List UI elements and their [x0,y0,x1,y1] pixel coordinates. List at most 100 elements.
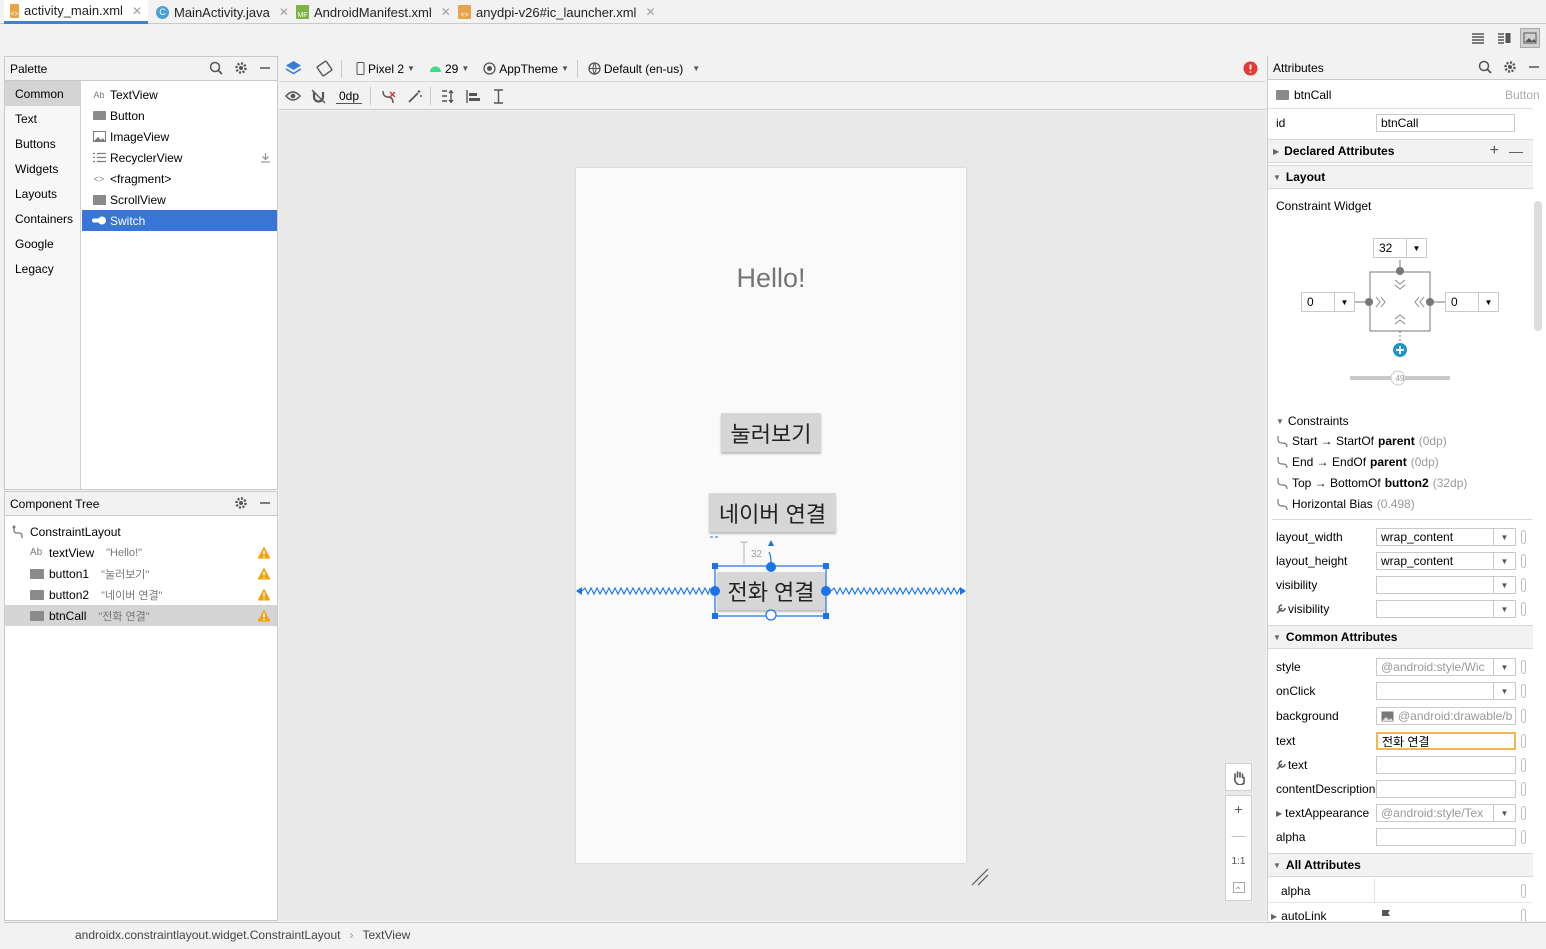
flag-icon[interactable] [1381,909,1391,920]
tools-text-input[interactable] [1376,756,1516,774]
constraint-end[interactable]: End → EndOf parent (0dp) [1276,452,1439,472]
constraint-start[interactable]: Start → StartOf parent (0dp) [1276,431,1447,451]
common-attributes-section[interactable]: ▼ Common Attributes [1268,625,1533,649]
attr-pin[interactable] [1521,660,1526,674]
device-selector[interactable]: Pixel 2 ▼ [356,62,415,76]
zoom-fit-button[interactable] [1226,874,1251,900]
close-icon[interactable]: ✕ [132,4,142,18]
attr-pin[interactable] [1521,684,1526,698]
visibility-select[interactable]: ▼ [1376,576,1516,594]
close-icon[interactable]: ✕ [279,5,289,19]
content-description-input[interactable] [1376,780,1516,798]
button2-preview[interactable]: 네이버 연결 [709,493,836,532]
all-attributes-section[interactable]: ▼ All Attributes [1268,853,1533,877]
onclick-select[interactable]: ▼ [1376,682,1516,700]
button1-preview[interactable]: 눌러보기 [721,413,821,452]
layout-height-select[interactable]: wrap_content ▼ [1376,552,1516,570]
palette-category-common[interactable]: Common [5,81,80,106]
close-icon[interactable]: ✕ [441,5,451,19]
layout-width-select[interactable]: wrap_content ▼ [1376,528,1516,546]
margin-top-select[interactable]: 32 ▼ [1373,238,1427,258]
palette-item-imageview[interactable]: ImageView [82,126,277,147]
search-icon[interactable] [209,61,223,75]
minimize-icon[interactable] [1528,60,1540,74]
add-constraint-icon[interactable] [1392,342,1408,358]
orientation-button[interactable] [316,60,333,77]
attr-pin[interactable] [1521,578,1526,592]
tree-item-constraintlayout[interactable]: ConstraintLayout [5,521,277,542]
text-appearance-select[interactable]: @android:style/Tex ▼ [1376,804,1516,822]
constraint-top[interactable]: Top → BottomOf button2 (32dp) [1276,473,1467,493]
palette-item-scrollview[interactable]: ScrollView [82,189,277,210]
locale-selector[interactable]: Default (en-us) ▼ [588,62,700,76]
design-canvas[interactable]: Hello! 눌러보기 네이버 연결 전화 연결 32 + — 1:1 [279,111,1266,921]
alpha-input[interactable] [1376,828,1516,846]
constraints-header[interactable]: ▼ Constraints [1276,411,1349,431]
expand-icon[interactable]: ▶ [1276,809,1282,818]
guidelines-button[interactable] [491,88,506,104]
attr-pin[interactable] [1521,884,1526,898]
download-icon[interactable] [260,152,271,163]
palette-item-textview[interactable]: Ab TextView [82,84,277,105]
align-button[interactable] [466,89,481,104]
infer-constraints-button[interactable] [407,89,423,104]
attr-pin[interactable] [1521,806,1526,820]
text-input[interactable]: 전화 연결 [1376,732,1516,750]
palette-category-widgets[interactable]: Widgets [5,156,80,181]
warning-icon[interactable] [257,546,271,559]
hello-textview[interactable]: Hello! [576,263,966,294]
warning-icon[interactable] [257,588,271,601]
warning-icon[interactable] [257,609,271,622]
tab-manifest[interactable]: MF AndroidManifest.xml ✕ [290,0,457,24]
attr-pin[interactable] [1521,830,1526,844]
expand-icon[interactable]: ▶ [1271,912,1277,921]
attr-pin[interactable] [1521,602,1526,616]
attr-pin[interactable] [1521,709,1526,723]
tools-visibility-select[interactable]: ▼ [1376,600,1516,618]
autoconnect-button[interactable] [311,89,326,104]
palette-item-button[interactable]: Button [82,105,277,126]
style-select[interactable]: @android:style/Wic ▼ [1376,658,1516,676]
search-icon[interactable] [1478,60,1492,74]
tab-ic-launcher[interactable]: <> anydpi-v26#ic_launcher.xml ✕ [452,0,662,24]
layout-section[interactable]: ▼ Layout [1268,165,1533,189]
gear-icon[interactable] [234,61,248,75]
palette-category-layouts[interactable]: Layouts [5,181,80,206]
pack-button[interactable] [441,89,456,104]
gear-icon[interactable] [1503,60,1517,74]
attr-pin[interactable] [1521,909,1526,921]
default-margin-button[interactable]: 0dp [336,89,363,104]
design-surface-button[interactable] [285,60,302,77]
zoom-actual-button[interactable]: 1:1 [1226,848,1251,874]
warning-icon[interactable] [257,567,271,580]
palette-item-recyclerview[interactable]: RecyclerView [82,147,277,168]
view-options-button[interactable] [285,90,301,102]
tree-item-btncall[interactable]: btnCall "전화 연결" [5,605,277,626]
tree-item-button1[interactable]: button1 "눌러보기" [5,563,277,584]
declared-attributes-section[interactable]: ▶ Declared Attributes + — [1268,139,1533,163]
hand-icon[interactable] [1226,764,1251,790]
palette-item-switch[interactable]: Switch [82,210,277,231]
device-screen[interactable]: Hello! 눌러보기 네이버 연결 전화 연결 32 [576,168,966,863]
gear-icon[interactable] [234,496,248,510]
code-view-icon[interactable] [1468,28,1488,48]
attr-pin[interactable] [1521,554,1526,568]
attr-pin[interactable] [1521,530,1526,544]
palette-category-google[interactable]: Google [5,231,80,256]
minimize-icon[interactable] [259,496,271,510]
attr-pin[interactable] [1521,782,1526,796]
theme-selector[interactable]: AppTheme ▼ [483,62,569,76]
resize-handle-icon[interactable] [970,867,990,887]
api-selector[interactable]: 29 ▼ [429,62,469,76]
attr-pin[interactable] [1521,758,1526,772]
error-icon[interactable] [1243,61,1258,76]
attributes-scrollbar[interactable] [1534,201,1542,331]
split-view-icon[interactable] [1494,28,1514,48]
constraint-bias[interactable]: Horizontal Bias (0.498) [1276,494,1415,514]
zoom-in-button[interactable]: + [1226,796,1251,822]
margin-start-select[interactable]: 0 ▼ [1301,292,1355,312]
zoom-out-button[interactable]: — [1226,822,1251,848]
minimize-icon[interactable] [259,61,271,75]
pan-tool[interactable] [1225,763,1252,791]
background-input[interactable]: @android:drawable/b [1376,707,1516,725]
